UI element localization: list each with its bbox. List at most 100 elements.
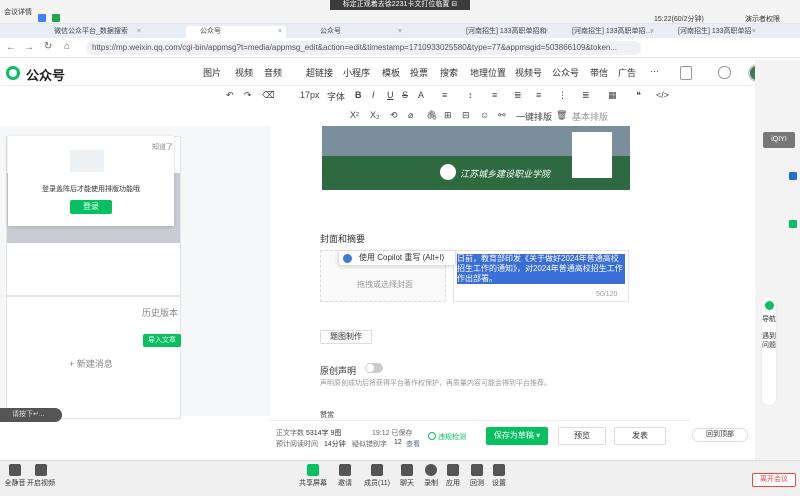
strike-icon[interactable]: S	[402, 90, 408, 100]
text-color-icon[interactable]: A	[418, 90, 424, 100]
iqiyi-badge[interactable]: iQIYI	[763, 132, 795, 148]
typo-view-link[interactable]: 查看	[406, 439, 420, 449]
signal-icon	[52, 14, 60, 22]
share-screen-button[interactable]: 共享屏幕	[298, 464, 328, 488]
indent-icon[interactable]: ≡	[536, 90, 541, 100]
list-icon[interactable]: ≣	[514, 90, 522, 101]
nav-more[interactable]: ···	[650, 66, 659, 76]
subscript-icon[interactable]: X₂	[370, 110, 380, 120]
nav-vote[interactable]: 投票	[410, 66, 428, 79]
meeting-info-label[interactable]: 会议详情	[4, 7, 32, 17]
home-icon[interactable]: ⌂	[64, 41, 70, 52]
table-insert-icon[interactable]: ⊞	[444, 110, 452, 121]
guide-panel[interactable]: 导航 遇到问题	[761, 296, 777, 406]
nav-miniprogram[interactable]: 小程序	[343, 66, 370, 79]
nav-video[interactable]: 视频	[235, 66, 253, 79]
violation-check-link[interactable]: 违规检测	[438, 432, 466, 442]
eraser-icon[interactable]: ⌫	[262, 90, 275, 101]
tab-4[interactable]: [河南招生] 133高职单招和 ×	[452, 26, 552, 38]
cover-section-title: 封面和摘要	[320, 234, 366, 244]
reload-icon[interactable]: ↻	[44, 41, 52, 52]
typo-count: 12	[394, 439, 402, 446]
check-icon	[428, 432, 436, 440]
undo-icon[interactable]: ↶	[226, 90, 234, 101]
ordered-list-icon[interactable]: ≣	[582, 90, 590, 101]
underline-icon[interactable]: U	[387, 90, 394, 100]
settings-button[interactable]: 设置	[484, 464, 514, 488]
school-emblem-icon	[440, 164, 456, 180]
nav-channels[interactable]: 视频号	[515, 66, 542, 79]
summary-input[interactable]: 日前，教育部印发《关于做好2024年普通高校招生工作的通知》，对2024年普通高…	[453, 250, 629, 302]
outlook-icon[interactable]	[789, 172, 797, 180]
copilot-rewrite-popup[interactable]: 使用 Copilot 重写 (Alt+I)	[338, 250, 456, 266]
nav-audio[interactable]: 音频	[264, 66, 282, 79]
nav-image[interactable]: 图片	[203, 66, 221, 79]
members-button[interactable]: 成员(11)	[362, 464, 392, 488]
publish-button[interactable]: 发表	[614, 427, 666, 445]
nav-template[interactable]: 模板	[382, 66, 400, 79]
apps-icon	[447, 464, 459, 476]
link-icon[interactable]: 🖇	[426, 110, 437, 121]
tab-6[interactable]: [河南招生] 133高职单招 ×	[664, 26, 760, 38]
quote-icon[interactable]: ❝	[636, 90, 641, 101]
line-height-icon[interactable]: ↕	[468, 90, 473, 100]
new-message-button[interactable]: + 新建消息	[69, 357, 113, 370]
forward-icon[interactable]: →	[24, 42, 34, 53]
meeting-bar: 会议详情 标定正观着去徐2231卡文打位临置 ⊟ 15:22(60/2分钟) 演…	[0, 0, 800, 24]
save-draft-button[interactable]: 保存为草稿 ▾	[486, 427, 548, 445]
phone-preview-icon[interactable]	[680, 66, 692, 80]
chat-icon	[401, 464, 413, 476]
cover-placeholder: 拖拽或选择封面	[357, 280, 413, 289]
copilot-icon	[343, 254, 352, 263]
original-toggle[interactable]	[365, 363, 383, 373]
nav-link[interactable]: 超链接	[306, 66, 333, 79]
presenter-label[interactable]: 演示者权限	[745, 14, 780, 24]
summary-count: 50/120	[596, 291, 618, 298]
clear-format-icon[interactable]: ⌀	[408, 110, 413, 121]
basic-layout-label[interactable]: 基本排版	[572, 110, 608, 123]
leave-meeting-button[interactable]: 离开会议	[752, 473, 796, 487]
bg-color-icon[interactable]: ≡	[442, 90, 447, 100]
tab-2[interactable]: 公众号 ×	[186, 26, 286, 38]
dismiss-link[interactable]: 知道了	[152, 142, 173, 152]
title-image-button[interactable]: 题图制作	[320, 330, 372, 344]
qr-code-icon	[572, 132, 612, 178]
login-button[interactable]: 登录	[70, 200, 112, 214]
font-size-select[interactable]: 17px	[300, 90, 320, 100]
tab-3[interactable]: 公众号 ×	[306, 26, 406, 38]
font-family-select[interactable]: 字体	[327, 90, 345, 103]
italic-icon[interactable]: I	[372, 90, 375, 100]
emoji-icon[interactable]: ☺	[480, 110, 489, 120]
superscript-icon[interactable]: X²	[350, 110, 359, 120]
app-icon[interactable]	[789, 220, 797, 228]
nav-location[interactable]: 地理位置	[470, 66, 506, 79]
nav-search[interactable]: 搜索	[440, 66, 458, 79]
shield-icon[interactable]	[718, 66, 731, 79]
one-click-layout-button[interactable]: 一键排版	[516, 110, 552, 123]
redo-icon[interactable]: ↷	[244, 90, 252, 101]
tab-1[interactable]: 微信公众平台_数据搜索 ×	[40, 26, 145, 38]
code-icon[interactable]: </>	[656, 90, 669, 100]
preview-button[interactable]: 预览	[558, 427, 606, 445]
divider-icon[interactable]: ⊟	[462, 110, 470, 121]
video-button[interactable]: 开启视频	[26, 464, 56, 488]
format-painter-icon[interactable]: ⟲	[390, 110, 398, 121]
import-article-button[interactable]: 导入文章	[143, 334, 181, 347]
nav-ads[interactable]: 广告	[618, 66, 636, 79]
settings-icon[interactable]: ⚯	[498, 110, 506, 121]
history-version-link[interactable]: 历史版本	[142, 306, 178, 319]
table-icon[interactable]: ▦	[608, 90, 617, 101]
back-to-top-button[interactable]: 回到顶部	[692, 428, 748, 442]
align-icon[interactable]: ≡	[492, 90, 497, 100]
url-field[interactable]: https://mp.weixin.qq.com/cgi-bin/appmsg?…	[86, 41, 641, 55]
spacing-icon[interactable]: ⋮	[558, 90, 567, 101]
login-popup: 知道了 登录盖阵后才能使用排版功能哦 登录	[8, 136, 174, 226]
nav-account[interactable]: 公众号	[552, 66, 579, 79]
delete-icon[interactable]: 🗑	[556, 110, 567, 121]
tab-5[interactable]: [河南招生] 133高职单招… ×	[558, 26, 658, 38]
invite-button[interactable]: 邀请	[330, 464, 360, 488]
collapse-pill[interactable]: 请按下↵...	[0, 408, 62, 422]
bold-icon[interactable]: B	[355, 90, 362, 100]
nav-goods[interactable]: 带信	[590, 66, 608, 79]
back-icon[interactable]: ←	[6, 42, 16, 53]
